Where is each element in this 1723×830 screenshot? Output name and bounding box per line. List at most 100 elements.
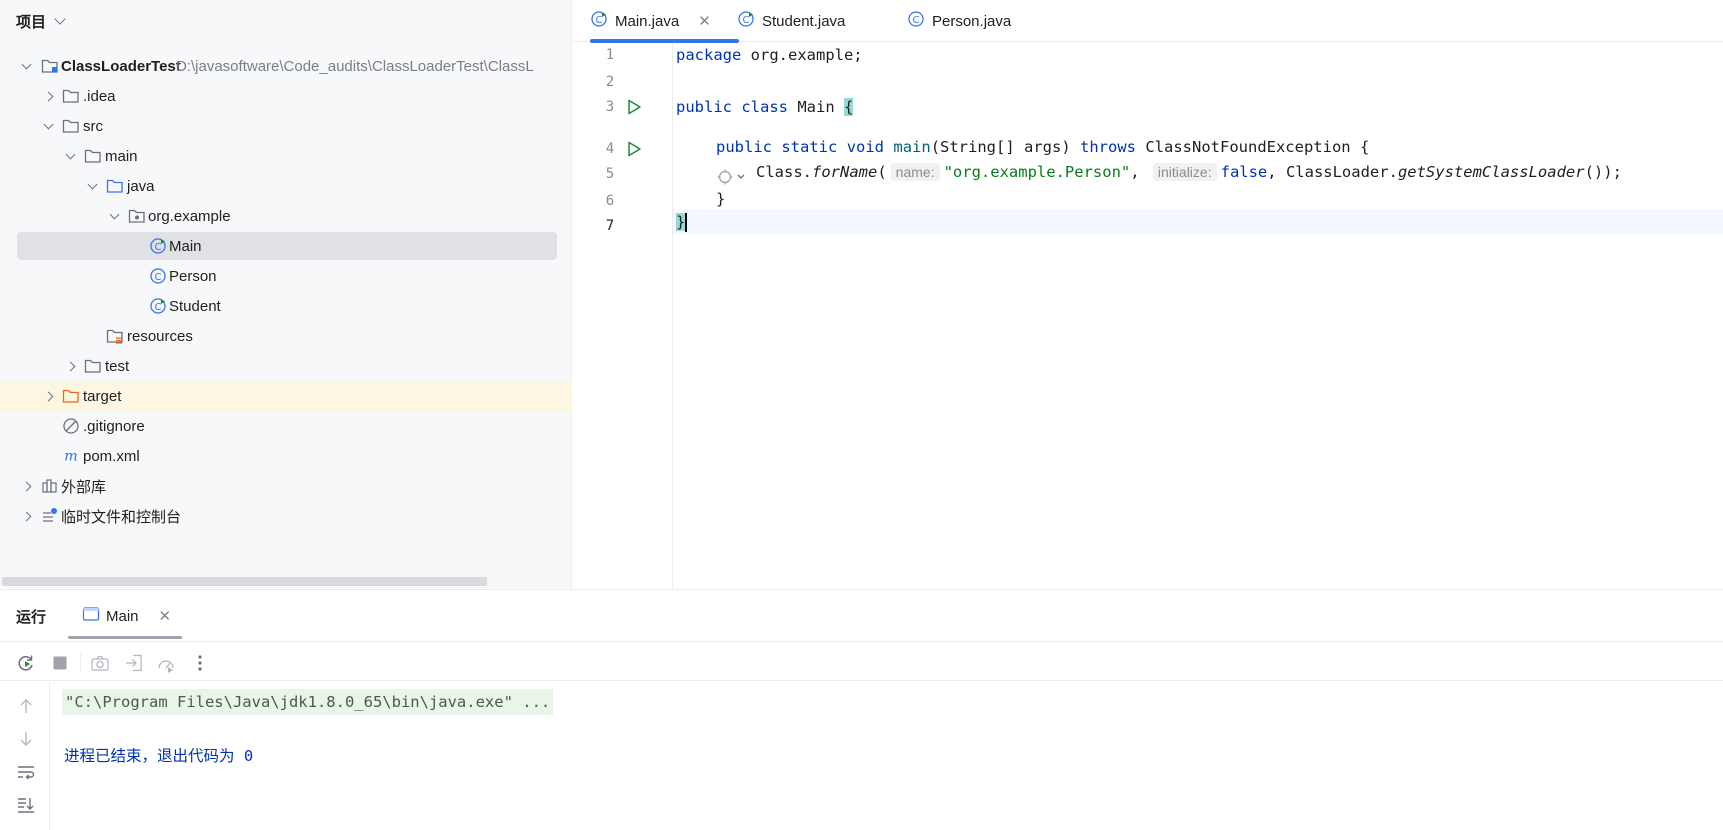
editor-gutter[interactable]: 1 2 3 4 5 6 7 xyxy=(573,43,673,588)
code-token: { xyxy=(844,98,854,116)
horizontal-scrollbar[interactable] xyxy=(2,577,487,586)
tree-item-label: ClassLoaderTest xyxy=(61,57,181,75)
import-icon[interactable] xyxy=(124,653,144,673)
tab-student-java[interactable]: C Student.java xyxy=(737,0,845,42)
code-area[interactable]: package org.example; public class Main {… xyxy=(673,43,1723,588)
tree-item-label: 外部库 xyxy=(61,478,107,496)
tab-main-java[interactable]: C Main.java ✕ xyxy=(590,0,739,43)
close-icon[interactable]: ✕ xyxy=(698,12,711,30)
more-options-icon[interactable] xyxy=(190,653,210,673)
tree-item-label: pom.xml xyxy=(83,447,140,465)
profiler-icon[interactable] xyxy=(156,653,176,673)
code-token: package xyxy=(676,46,742,64)
tab-person-java[interactable]: C Person.java xyxy=(907,0,1011,42)
editor-tab-bar: C Main.java ✕ C Student.java C Person.ja… xyxy=(573,0,1723,43)
tree-item-label: java xyxy=(127,177,155,195)
tree-item-java[interactable]: java xyxy=(0,171,572,201)
tree-item-target[interactable]: target xyxy=(0,381,572,411)
arrow-down-icon[interactable] xyxy=(16,729,36,749)
expand-arrow-icon[interactable] xyxy=(86,180,98,192)
tree-item-idea[interactable]: .idea xyxy=(0,81,572,111)
soft-wrap-icon[interactable] xyxy=(16,762,36,782)
run-tool-window: 运行 Main ✕ "C:\Program Files\Java\jdk1.8.… xyxy=(0,589,1723,830)
expand-arrow-icon[interactable] xyxy=(20,480,32,492)
scroll-to-end-icon[interactable] xyxy=(16,795,36,815)
arrow-up-icon[interactable] xyxy=(16,696,36,716)
svg-text:C: C xyxy=(155,272,162,283)
expand-arrow-icon[interactable] xyxy=(108,210,120,222)
code-token: Class. xyxy=(756,163,812,181)
svg-text:C: C xyxy=(913,15,920,26)
svg-text:C: C xyxy=(155,302,162,313)
code-token: ()); xyxy=(1584,163,1622,181)
maven-icon: m xyxy=(62,447,80,465)
run-panel-title: 运行 xyxy=(16,609,47,626)
tree-item-scratches[interactable]: 临时文件和控制台 xyxy=(0,501,572,531)
code-token: (String[] args) xyxy=(930,138,1080,156)
code-token: main xyxy=(893,138,931,156)
runnable-class-icon: C xyxy=(149,297,167,315)
tree-item-resources[interactable]: resources xyxy=(0,321,572,351)
tree-item-student[interactable]: C Student xyxy=(0,291,572,321)
scratches-icon xyxy=(41,507,59,525)
tree-item-main-folder[interactable]: main xyxy=(0,141,572,171)
camera-icon[interactable] xyxy=(90,653,110,673)
expand-arrow-icon[interactable] xyxy=(20,510,32,522)
folder-icon xyxy=(62,87,80,105)
text-caret xyxy=(685,212,688,232)
folder-icon xyxy=(84,147,102,165)
package-icon xyxy=(128,207,146,225)
class-icon: C xyxy=(149,267,167,285)
svg-text:C: C xyxy=(155,242,162,253)
parameter-hint: name: xyxy=(890,163,940,181)
toolbar-divider xyxy=(80,653,81,673)
stop-icon[interactable] xyxy=(50,653,70,673)
code-token: class xyxy=(741,98,789,116)
line-number: 5 xyxy=(605,166,615,182)
tree-item-person[interactable]: C Person xyxy=(0,261,572,291)
code-line-5: Class. forName(name: "org.example.Person",… xyxy=(756,159,1622,185)
expand-arrow-icon[interactable] xyxy=(42,390,54,402)
tab-label: Main.java xyxy=(615,12,680,30)
code-token: ClassNotFoundException { xyxy=(1136,138,1370,156)
tree-item-label: Main xyxy=(169,237,202,255)
rerun-icon[interactable] xyxy=(16,653,36,673)
close-icon[interactable]: ✕ xyxy=(159,607,172,625)
tree-item-label: Student xyxy=(169,297,221,315)
code-line-3: public class Main { xyxy=(676,94,854,120)
folder-icon xyxy=(84,357,102,375)
expand-arrow-icon[interactable] xyxy=(64,150,76,162)
project-view-selector[interactable]: 项目 xyxy=(16,10,66,32)
code-token: public xyxy=(716,138,772,156)
code-token: public xyxy=(676,98,732,116)
expand-arrow-icon[interactable] xyxy=(42,90,54,102)
run-main-icon[interactable] xyxy=(625,140,643,158)
tree-item-label: .idea xyxy=(83,87,116,105)
tree-item-classloadertest[interactable]: ClassLoaderTest D:\javasoftware\Code_aud… xyxy=(0,51,572,81)
run-configuration-icon xyxy=(82,606,100,626)
source-folder-icon xyxy=(106,177,124,195)
tree-item-external-libraries[interactable]: 外部库 xyxy=(0,471,572,501)
tree-item-label: resources xyxy=(127,327,193,345)
ai-assistant-hint-icon[interactable] xyxy=(716,168,756,186)
run-tab-main[interactable]: Main ✕ xyxy=(68,590,182,642)
chevron-down-icon xyxy=(54,13,66,25)
svg-text:m: m xyxy=(64,449,78,465)
expand-arrow-icon[interactable] xyxy=(64,360,76,372)
expand-arrow-icon[interactable] xyxy=(20,60,32,72)
tree-item-label: target xyxy=(83,387,122,405)
tree-item-main-class[interactable]: C Main xyxy=(0,231,572,261)
code-token: false xyxy=(1220,163,1268,181)
console-command-line: "C:\Program Files\Java\jdk1.8.0_65\bin\j… xyxy=(62,689,554,715)
console-side-toolbar xyxy=(0,682,50,830)
code-token: throws xyxy=(1080,138,1136,156)
expand-arrow-icon[interactable] xyxy=(42,120,54,132)
code-token: getSystemClassLoader xyxy=(1397,163,1585,181)
tree-item-gitignore[interactable]: .gitignore xyxy=(0,411,572,441)
tree-item-test[interactable]: test xyxy=(0,351,572,381)
tree-item-pom[interactable]: m pom.xml xyxy=(0,441,572,471)
tree-item-org-example[interactable]: org.example xyxy=(0,201,572,231)
tree-item-src[interactable]: src xyxy=(0,111,572,141)
run-header: 运行 Main ✕ xyxy=(0,590,1723,642)
run-class-icon[interactable] xyxy=(625,98,643,116)
